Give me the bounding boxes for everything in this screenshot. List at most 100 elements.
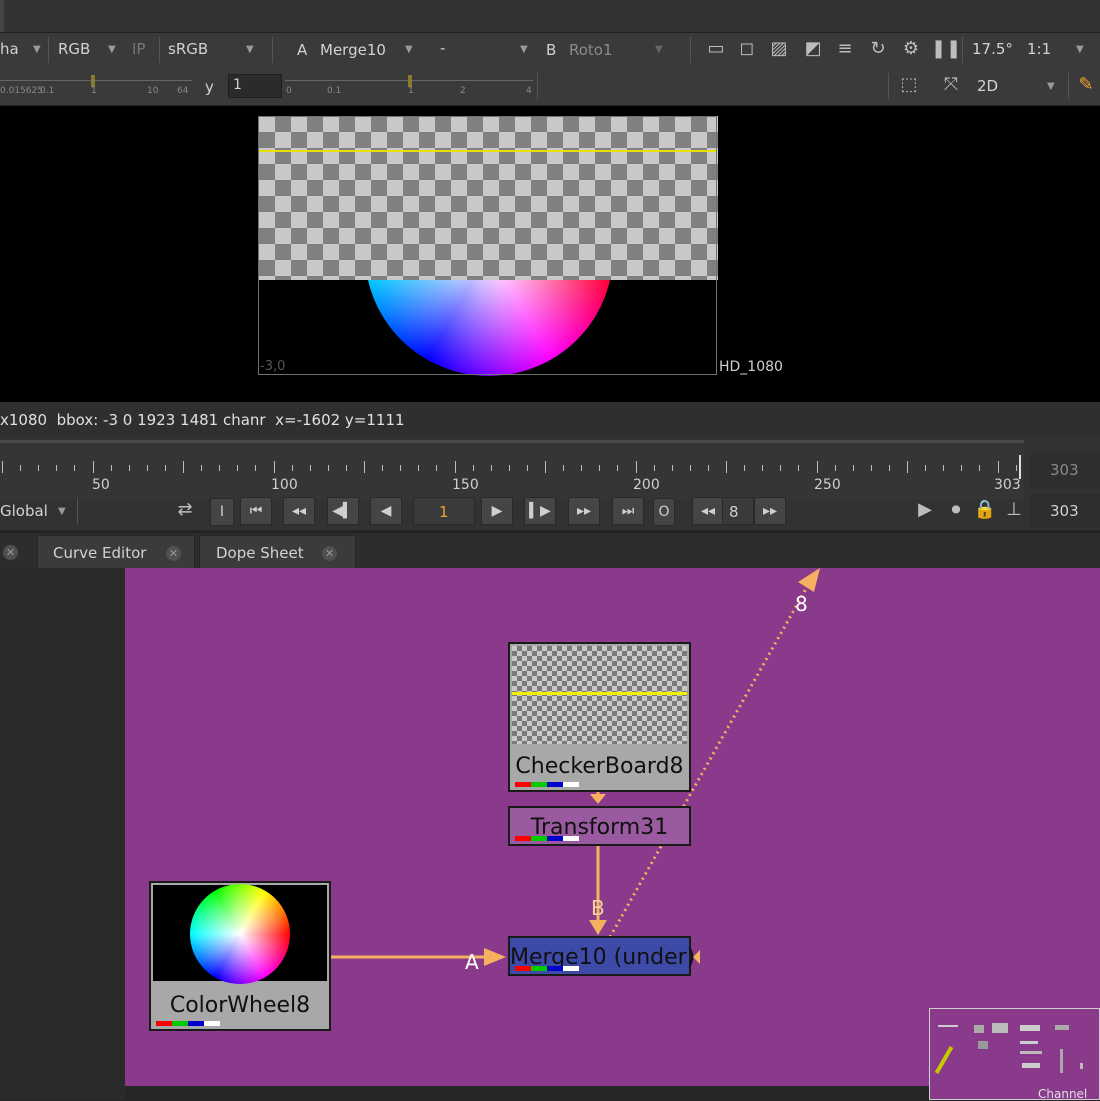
chevron-down-icon[interactable]: ▼ (520, 44, 528, 55)
timeline-tick (219, 465, 220, 471)
chevron-down-icon[interactable]: ▼ (33, 44, 41, 55)
safe-area-icon[interactable]: ▭ (703, 37, 729, 61)
skip-forward-button[interactable]: ▸▸ (754, 497, 786, 525)
overlay-icon[interactable]: ◩ (800, 37, 826, 61)
input-b-letter: B (546, 41, 557, 59)
skip-back-button[interactable]: ◂◂ (692, 497, 724, 525)
chevron-down-icon[interactable]: ▼ (1047, 81, 1055, 92)
end-frame-bottom: 303 (1050, 502, 1079, 520)
fstop-readout[interactable]: 17.5° (972, 40, 1013, 58)
pen-icon[interactable]: ✎ (1073, 73, 1099, 97)
checkerboard-node[interactable]: CheckerBoard8 (508, 642, 691, 792)
gear-icon[interactable]: ⚙ (898, 37, 924, 61)
pivot-icon[interactable]: ⤧ (938, 73, 964, 97)
roi-icon[interactable]: ⬚ (896, 73, 922, 97)
panel-tab-bar: ✕ Curve Editor ✕ Dope Sheet ✕ (0, 532, 1100, 570)
close-icon[interactable]: ✕ (322, 546, 337, 561)
zoom-dropdown[interactable]: 1:1 (1027, 40, 1051, 58)
merge-node[interactable]: Merge10 (under) (508, 936, 695, 976)
gamma-slider[interactable]: 0 0.1 1 2 4 (285, 75, 533, 99)
play-backward-button[interactable]: ◀ (370, 497, 402, 525)
timeline-tick (835, 465, 836, 471)
format-frame (258, 116, 717, 375)
next-keyframe-button[interactable]: ▸▸ (568, 497, 600, 525)
step-forward-button[interactable]: ▍▶ (524, 497, 556, 525)
refresh-icon[interactable]: ↻ (865, 37, 891, 61)
timeline-tick (473, 465, 474, 471)
lock-icon[interactable]: 🔒 (972, 498, 998, 522)
lines-icon[interactable]: ≡ (832, 37, 858, 61)
channels-dropdown[interactable]: ha (0, 40, 19, 58)
in-point-button[interactable]: I (210, 498, 234, 526)
prev-keyframe-button[interactable]: ◂◂ (283, 497, 315, 525)
chevron-down-icon[interactable]: ▼ (108, 44, 116, 55)
timeline-ruler[interactable]: 50 100 150 200 250 303 (0, 440, 1024, 499)
input-a-dropdown[interactable]: Merge10 (320, 41, 386, 59)
node-graph-minimap[interactable]: Channel (929, 1008, 1100, 1101)
out-point-button[interactable]: O (653, 498, 675, 526)
close-icon[interactable]: ✕ (166, 546, 181, 561)
chevron-down-icon[interactable]: ▼ (405, 44, 413, 55)
minimap-label: Channel (1038, 1087, 1088, 1101)
gamma-tick-label: 0 (286, 86, 292, 96)
loop-icon[interactable]: ⇄ (172, 498, 198, 522)
chevron-down-icon[interactable]: ▼ (1076, 44, 1084, 55)
wipe-dropdown[interactable]: - (440, 39, 445, 57)
input-b-dropdown[interactable]: Roto1 (569, 41, 613, 59)
first-frame-button[interactable]: ⏮ (240, 497, 272, 525)
channel-chip (531, 966, 547, 971)
gain-tick-label: 0.1 (40, 86, 55, 96)
minimap-node (1022, 1063, 1040, 1068)
ip-button[interactable]: IP (132, 40, 145, 58)
flipbook-icon[interactable]: ▶ (912, 498, 938, 522)
timeline-tick-label: 250 (814, 477, 841, 493)
timeline-tick (708, 465, 709, 471)
gamma-tick-label: 4 (526, 86, 532, 96)
colorspace-dropdown[interactable]: sRGB (168, 40, 208, 58)
viewer-toolbar: ha ▼ RGB ▼ IP sRGB ▼ A Merge10 ▼ - ▼ B R… (0, 33, 1100, 67)
window-icon[interactable]: ◻ (734, 37, 760, 61)
timeline-tick (925, 465, 926, 471)
record-icon[interactable]: ⏺ (943, 498, 969, 522)
viewer-status-bar: x1080 bbox: -3 0 1923 1481 chanr x=-1602… (0, 402, 1100, 438)
current-frame-field[interactable]: 1 (413, 497, 475, 525)
close-icon[interactable]: ✕ (3, 545, 18, 560)
step-back-button[interactable]: ◀▍ (327, 497, 359, 525)
timeline-tick (165, 465, 166, 471)
view-mode-dropdown[interactable]: 2D (977, 77, 998, 95)
node-label: CheckerBoard8 (515, 754, 684, 779)
chevron-down-icon[interactable]: ▼ (58, 506, 66, 517)
frame-range-icon[interactable]: ⊥ (1001, 498, 1027, 522)
timeline-tick (726, 461, 727, 473)
colorwheel-node[interactable]: ColorWheel8 (149, 881, 331, 1031)
chevron-down-icon[interactable]: ▼ (655, 44, 663, 55)
timeline-tick (74, 465, 75, 471)
timeline-tick (998, 461, 999, 473)
divider (690, 37, 691, 63)
gain-tick-label: 10 (147, 86, 159, 96)
chevron-down-icon[interactable]: ▼ (246, 44, 254, 55)
rgb-dropdown[interactable]: RGB (58, 40, 90, 58)
gain-slider[interactable]: 0.015625 0.1 1 10 64 (0, 75, 192, 99)
scope-dropdown[interactable]: Global (0, 502, 48, 520)
tab-curve-editor[interactable]: Curve Editor ✕ (37, 535, 195, 570)
gamma-field[interactable]: 1 (228, 74, 282, 98)
transform-node[interactable]: Transform31 (508, 806, 691, 846)
timeline-tick (310, 465, 311, 471)
play-forward-button[interactable]: ▶ (481, 497, 513, 525)
stripes-icon[interactable]: ▨ (766, 37, 792, 61)
timeline-tick (20, 465, 21, 471)
pause-icon[interactable]: ❚❚ (931, 37, 961, 61)
skip-frames-field[interactable]: 8 (722, 497, 754, 525)
last-frame-button[interactable]: ⏭ (612, 497, 644, 525)
tab-label: Dope Sheet (216, 544, 304, 562)
timeline-tick (201, 465, 202, 471)
end-frame-bottom-field[interactable]: 303 (1030, 494, 1100, 528)
timeline-tick (274, 461, 275, 473)
left-side-panel (0, 568, 125, 1100)
divider (962, 37, 963, 63)
timeline-tick (636, 461, 637, 473)
end-frame-top-field[interactable]: 303 (1030, 452, 1100, 488)
tab-dope-sheet[interactable]: Dope Sheet ✕ (199, 535, 356, 570)
timeline-tick (744, 465, 745, 471)
